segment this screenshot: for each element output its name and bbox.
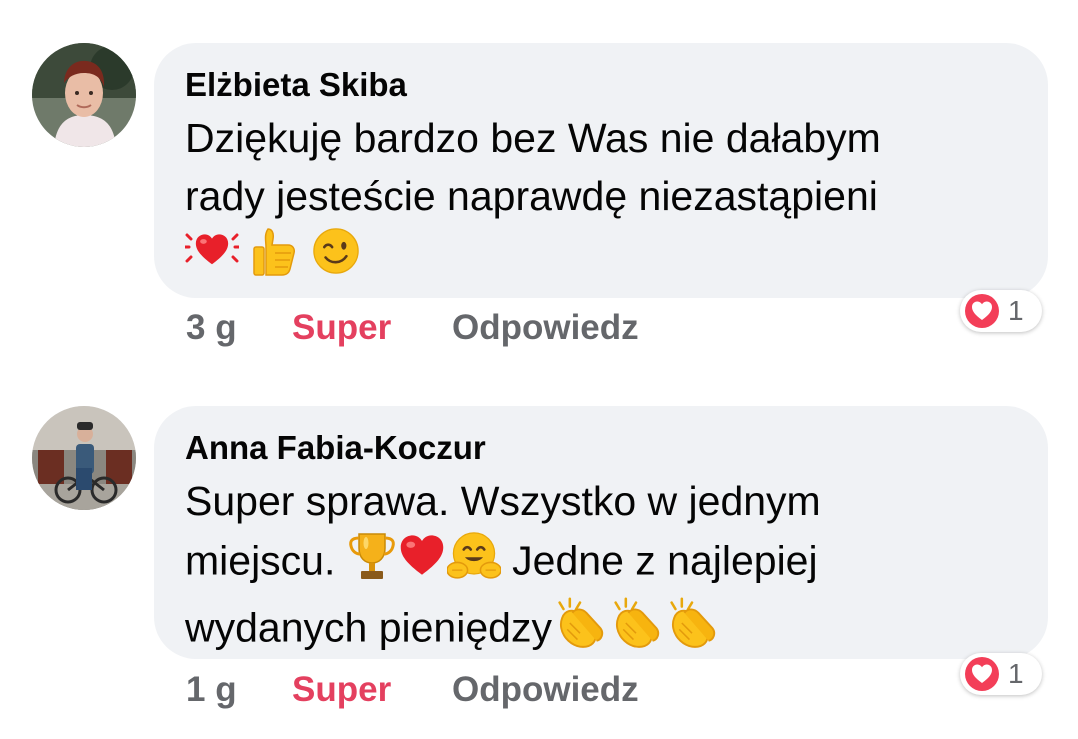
- like-button[interactable]: Super: [292, 308, 452, 348]
- comment-text-segment: Jedne z najlepiej: [500, 537, 818, 584]
- thumbs-up-icon: [250, 225, 298, 292]
- comment-timestamp[interactable]: 1 g: [186, 670, 292, 710]
- avatar-photo: [32, 406, 136, 510]
- comment-emoji-line: [183, 225, 1018, 283]
- avatar[interactable]: [32, 406, 136, 510]
- trophy-icon: [347, 530, 397, 597]
- heart-reaction-icon: [964, 293, 1000, 329]
- avatar[interactable]: [32, 43, 136, 147]
- comment-text-line: rady jesteście naprawdę niezastąpieni: [185, 173, 878, 219]
- clapping-hands-icon: [608, 597, 664, 664]
- comment-author[interactable]: Anna Fabia-Koczur: [185, 428, 1018, 468]
- comment-text-segment: wydanych pieniędzy: [185, 604, 552, 651]
- comment-text-line: Dziękuję bardzo bez Was nie dałabym: [185, 115, 881, 161]
- heart-reaction-icon: [964, 656, 1000, 692]
- comment-text-line: wydanych pieniędzy: [185, 597, 1018, 664]
- hugging-face-icon: [445, 530, 502, 597]
- comment-actions: 3 g Super Odpowiedz: [186, 308, 639, 348]
- reaction-badge[interactable]: 1: [960, 290, 1042, 332]
- clapping-hands-icon: [552, 597, 608, 664]
- avatar-photo: [32, 43, 136, 147]
- clapping-hands-icon: [664, 597, 720, 664]
- comment-text-segment: miejscu.: [185, 537, 347, 584]
- comment-text-line: miejscu. Jedne z najlepiej: [185, 530, 1018, 597]
- reaction-count: 1: [1008, 658, 1024, 689]
- reply-button[interactable]: Odpowiedz: [452, 308, 639, 348]
- reaction-badge[interactable]: 1: [960, 653, 1042, 695]
- red-heart-icon: [397, 530, 447, 597]
- comment-actions: 1 g Super Odpowiedz: [186, 670, 639, 710]
- comment-bubble: Anna Fabia-Koczur Super sprawa. Wszystko…: [154, 406, 1048, 659]
- reply-button[interactable]: Odpowiedz: [452, 670, 639, 710]
- comment-author[interactable]: Elżbieta Skiba: [185, 65, 1018, 105]
- winking-face-icon: [310, 225, 362, 292]
- comment-bubble: Elżbieta Skiba Dziękuję bardzo bez Was n…: [154, 43, 1048, 298]
- vibrating-heart-icon: [183, 225, 241, 292]
- comment-timestamp[interactable]: 3 g: [186, 308, 292, 348]
- comment-text-line: Super sprawa. Wszystko w jednym: [185, 478, 821, 524]
- reaction-count: 1: [1008, 295, 1024, 326]
- like-button[interactable]: Super: [292, 670, 452, 710]
